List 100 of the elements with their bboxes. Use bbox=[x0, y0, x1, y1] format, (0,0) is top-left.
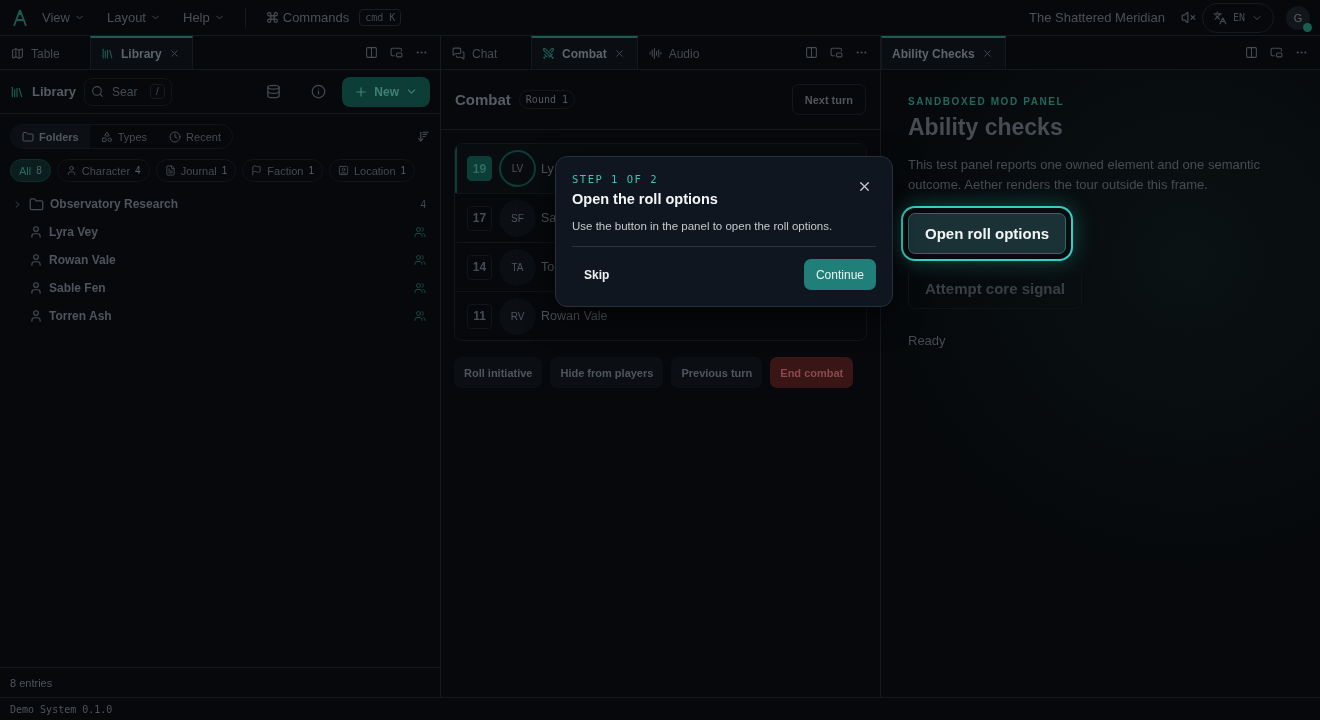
split-icon[interactable] bbox=[805, 46, 818, 59]
combatant-name: Sa bbox=[541, 211, 557, 225]
initiative-value: 17 bbox=[467, 205, 492, 231]
sort-icon[interactable] bbox=[417, 130, 430, 143]
popout-icon[interactable] bbox=[1270, 46, 1283, 59]
search-input[interactable]: Sear bbox=[110, 83, 145, 100]
person-icon bbox=[29, 309, 43, 323]
initiative-value: 11 bbox=[467, 303, 492, 329]
popout-icon[interactable] bbox=[390, 46, 403, 59]
filter-count: 1 bbox=[400, 165, 407, 176]
view-tab[interactable]: Folders bbox=[11, 125, 90, 148]
folder-icon bbox=[29, 196, 44, 212]
menu-button[interactable]: Help bbox=[175, 6, 233, 29]
combat-action-button[interactable]: Hide from players bbox=[550, 357, 664, 388]
tour-title: Open the roll options bbox=[572, 191, 719, 207]
search-field[interactable]: Sear / bbox=[84, 77, 173, 106]
map-icon bbox=[11, 47, 24, 60]
character-name: Torren Ash bbox=[49, 309, 113, 323]
shapes-icon bbox=[100, 130, 113, 143]
folder-count: 4 bbox=[420, 198, 426, 210]
filter-label: Character bbox=[81, 164, 131, 177]
character-name: Rowan Vale bbox=[49, 253, 117, 267]
menu-button[interactable]: View bbox=[34, 6, 93, 29]
close-icon[interactable] bbox=[981, 48, 993, 59]
next-turn-button[interactable]: Next turn bbox=[791, 84, 866, 115]
person-icon bbox=[29, 225, 43, 239]
people-icon bbox=[414, 226, 426, 238]
combat-action-button[interactable]: Previous turn bbox=[671, 357, 763, 388]
view-tab[interactable]: Types bbox=[89, 125, 159, 148]
commands-button[interactable]: Commands cmd K bbox=[257, 5, 410, 30]
combatant-name: Rowan Vale bbox=[541, 309, 608, 323]
character-row[interactable]: Lyra Vey bbox=[0, 218, 440, 246]
info-icon[interactable] bbox=[311, 84, 327, 99]
panel-description: This test panel reports one owned element and one semantic outcome. Aether renders the tour outside this frame. bbox=[908, 156, 1261, 194]
pane-title: Combat bbox=[455, 91, 511, 108]
filter-count: 1 bbox=[308, 165, 314, 176]
pane-tab[interactable]: Audio bbox=[637, 36, 728, 69]
online-dot bbox=[1303, 22, 1312, 32]
view-tab[interactable]: Recent bbox=[158, 125, 232, 148]
tour-step: STEP 1 OF 2 bbox=[572, 173, 876, 185]
combatant-avatar: SF bbox=[499, 199, 536, 237]
search-icon bbox=[91, 85, 105, 98]
chat-icon bbox=[452, 47, 465, 60]
shortcut-key: / bbox=[150, 84, 165, 99]
clock-icon bbox=[169, 130, 182, 143]
people-icon bbox=[414, 310, 426, 322]
panel-status: Ready bbox=[908, 333, 946, 348]
filter-label: Faction bbox=[267, 164, 304, 177]
pane-title: Library bbox=[32, 84, 77, 99]
combatant-name: Ly bbox=[541, 161, 554, 176]
pane-tab[interactable]: Table bbox=[0, 36, 90, 69]
status-text: Demo System 0.1.0 bbox=[0, 697, 1320, 720]
panel-eyebrow: SANDBOXED MOD PANEL bbox=[908, 96, 1065, 107]
waveform-icon bbox=[648, 47, 662, 60]
tour-body: Use the button in the panel to open the roll options. bbox=[572, 220, 834, 232]
database-icon[interactable] bbox=[266, 84, 282, 99]
library-icon bbox=[10, 84, 24, 99]
filter-count: 4 bbox=[135, 165, 141, 176]
pane-tab[interactable]: Chat bbox=[441, 36, 531, 69]
combat-action-button[interactable]: Roll initiative bbox=[454, 357, 543, 388]
person-icon bbox=[65, 165, 77, 176]
folder-row[interactable]: Observatory Research 4 bbox=[0, 190, 440, 218]
people-icon bbox=[414, 254, 426, 266]
character-row[interactable]: Rowan Vale bbox=[0, 246, 440, 274]
popout-icon[interactable] bbox=[830, 46, 843, 59]
pane-tab[interactable]: Combat bbox=[531, 36, 638, 69]
library-icon bbox=[101, 47, 114, 60]
person-icon bbox=[29, 253, 43, 267]
combatant-avatar: LV bbox=[499, 150, 536, 187]
user-avatar[interactable]: G bbox=[1286, 5, 1310, 30]
split-icon[interactable] bbox=[1245, 46, 1258, 59]
pane-tab[interactable]: Library bbox=[90, 36, 193, 69]
close-icon[interactable] bbox=[168, 48, 180, 59]
close-icon[interactable] bbox=[613, 48, 625, 59]
pane-tab[interactable]: Ability Checks bbox=[881, 36, 1006, 69]
initiative-value: 14 bbox=[467, 254, 492, 280]
close-button[interactable] bbox=[857, 179, 872, 194]
filter-label: Location bbox=[353, 164, 396, 177]
swords-icon bbox=[542, 47, 555, 60]
character-name: Sable Fen bbox=[49, 281, 107, 295]
character-row[interactable]: Sable Fen bbox=[0, 274, 440, 302]
character-row[interactable]: Torren Ash bbox=[0, 302, 440, 330]
filter-count: 8 bbox=[36, 165, 42, 176]
person-icon bbox=[29, 281, 43, 295]
combatant-avatar: RV bbox=[499, 297, 536, 335]
character-name: Lyra Vey bbox=[49, 225, 99, 239]
combat-action-button[interactable]: End combat bbox=[770, 357, 854, 388]
plus-icon bbox=[354, 84, 369, 99]
continue-button[interactable]: Continue bbox=[803, 259, 876, 290]
translate-icon bbox=[1212, 10, 1227, 25]
mute-icon[interactable] bbox=[1180, 10, 1196, 25]
skip-button[interactable]: Skip bbox=[572, 261, 622, 288]
combatant-name: To bbox=[541, 260, 555, 274]
panel-title: Ability checks bbox=[908, 114, 1063, 141]
campaign-title: The Shattered Meridian bbox=[1029, 10, 1165, 25]
menu-button[interactable]: Layout bbox=[98, 6, 169, 29]
filter-label: Journal bbox=[180, 164, 217, 177]
split-icon[interactable] bbox=[365, 46, 378, 59]
filter-chip[interactable]: All 8 bbox=[10, 159, 51, 182]
new-button[interactable]: New bbox=[342, 76, 430, 107]
